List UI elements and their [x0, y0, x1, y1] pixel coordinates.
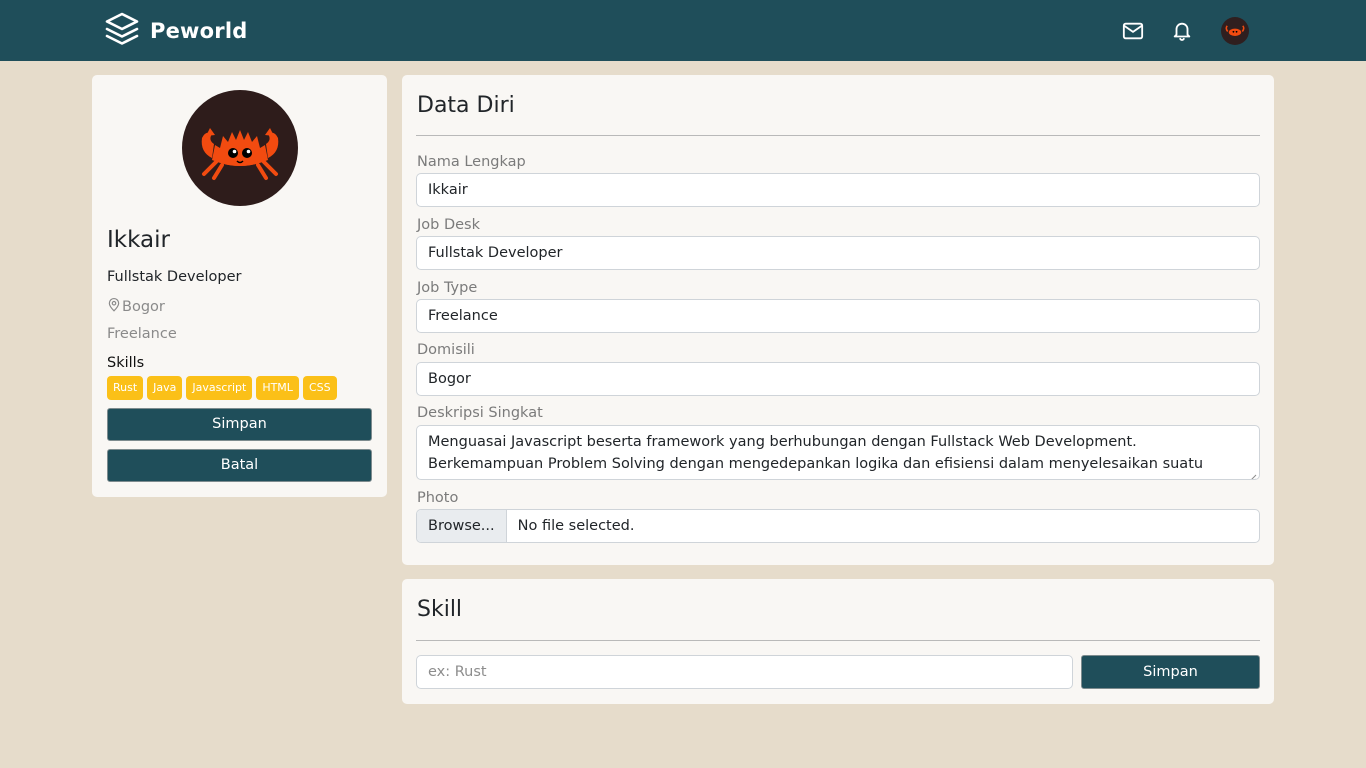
bell-icon[interactable] [1170, 19, 1194, 43]
photo-file-input[interactable]: Browse... No file selected. [416, 509, 1260, 543]
domicile-input[interactable]: Bogor [416, 362, 1260, 396]
skill-tag-list: Rust Java Javascript HTML CSS [107, 376, 337, 400]
domicile-label: Domisili [417, 342, 475, 358]
profile-avatar [182, 90, 298, 206]
skill-tag[interactable]: HTML [256, 376, 299, 400]
job-desk-label: Job Desk [417, 217, 480, 233]
photo-label: Photo [417, 490, 459, 506]
personal-data-title: Data Diri [417, 93, 515, 118]
skill-card: Skill ex: Rust Simpan [402, 579, 1274, 704]
skill-tag[interactable]: Java [147, 376, 183, 400]
user-avatar[interactable] [1221, 17, 1249, 45]
profile-job: Fullstak Developer [107, 269, 242, 285]
profile-name: Ikkair [107, 227, 170, 253]
profile-card: Ikkair Fullstak Developer Bogor Freelanc… [92, 75, 387, 497]
skill-tag[interactable]: Rust [107, 376, 144, 400]
description-label: Deskripsi Singkat [417, 405, 543, 421]
brand-logo[interactable]: Peworld [104, 12, 247, 50]
brand-name: Peworld [150, 19, 248, 43]
save-profile-button[interactable]: Simpan [107, 408, 372, 441]
crab-mascot-icon [201, 128, 279, 180]
divider [416, 640, 1260, 641]
job-type-input[interactable]: Freelance [416, 299, 1260, 333]
description-text: Menguasai Javascript beserta framework y… [428, 434, 1204, 479]
job-type-label: Job Type [417, 280, 478, 296]
profile-location-text: Bogor [122, 299, 165, 315]
job-desk-input[interactable]: Fullstak Developer [416, 236, 1260, 270]
skill-input[interactable]: ex: Rust [416, 655, 1073, 689]
skill-tag[interactable]: CSS [302, 376, 337, 400]
save-skill-button[interactable]: Simpan [1081, 655, 1260, 689]
profile-location: Bogor [107, 298, 165, 316]
skill-title: Skill [417, 597, 463, 622]
description-textarea[interactable]: Menguasai Javascript beserta framework y… [416, 425, 1260, 480]
top-navbar: Peworld [0, 0, 1366, 61]
mail-icon[interactable] [1121, 19, 1145, 43]
cancel-button[interactable]: Batal [107, 449, 372, 482]
full-name-label: Nama Lengkap [417, 154, 526, 170]
file-status-text: No file selected. [517, 518, 635, 534]
skill-tag[interactable]: Javascript [186, 376, 253, 400]
skills-heading: Skills [107, 355, 145, 371]
location-pin-icon [107, 298, 121, 316]
browse-button[interactable]: Browse... [417, 510, 507, 542]
full-name-input[interactable]: Ikkair [416, 173, 1260, 207]
profile-job-type: Freelance [107, 326, 177, 342]
resize-handle-icon[interactable] [1248, 468, 1257, 479]
personal-data-card: Data Diri Nama Lengkap Ikkair Job Desk F… [402, 75, 1274, 565]
divider [416, 135, 1260, 136]
layers-logo-icon [104, 11, 140, 51]
